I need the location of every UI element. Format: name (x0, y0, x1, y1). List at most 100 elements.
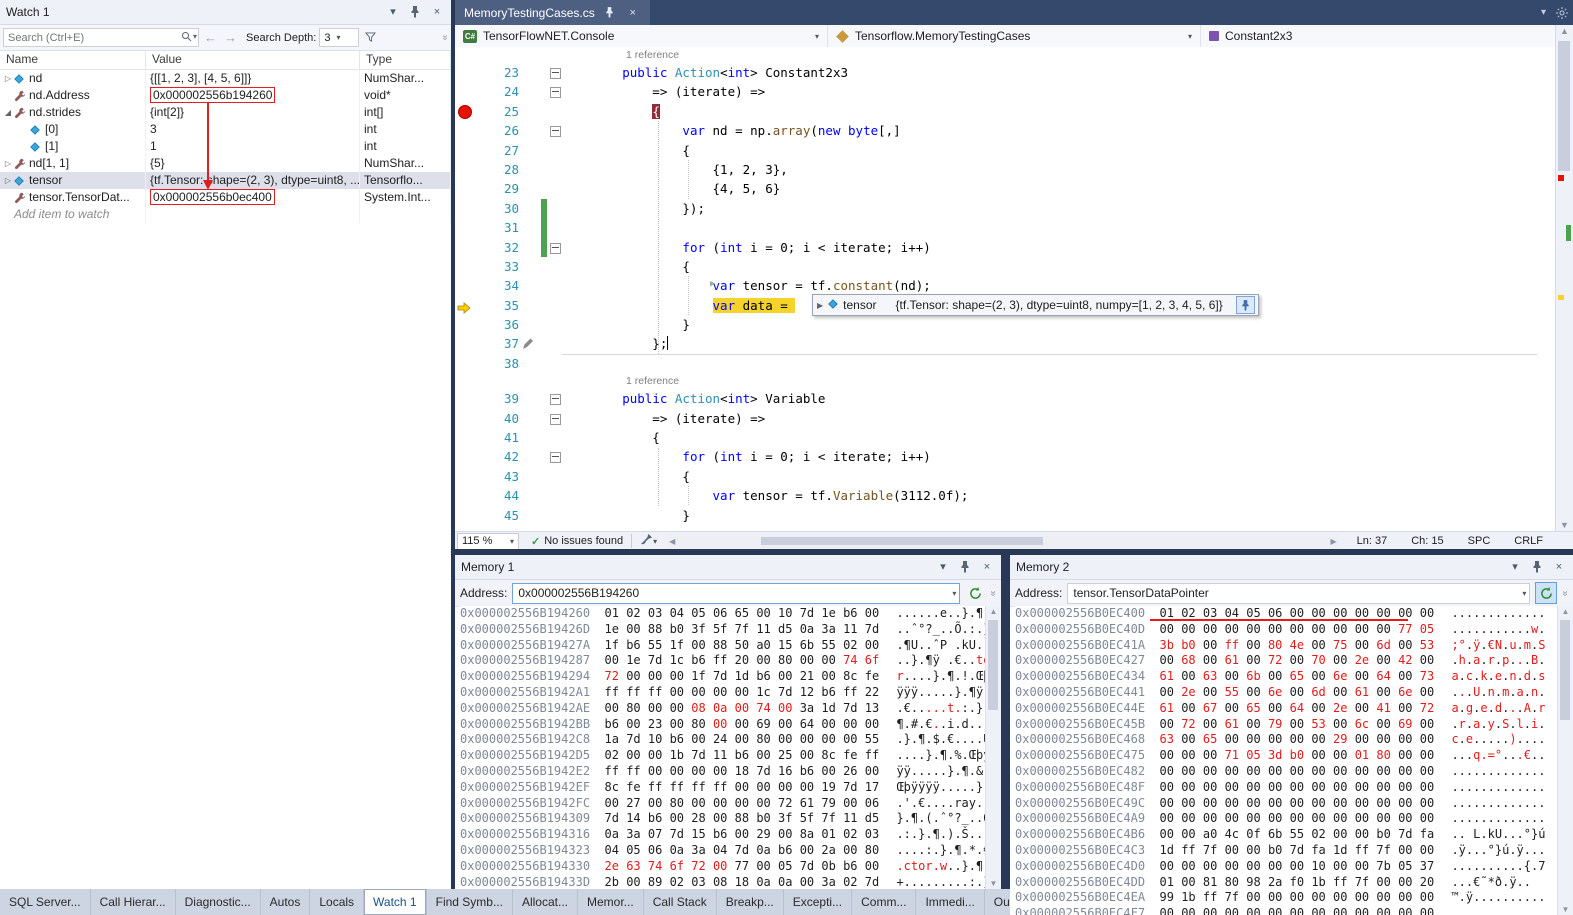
memory-row[interactable]: 0x000002556B194330 2e 63 74 6f 72 00 77 … (460, 859, 985, 875)
code-line[interactable]: 25 { (455, 102, 1556, 121)
codelens-references[interactable]: 1 reference (455, 373, 679, 389)
tool-tab-call-stack[interactable]: Call Stack (644, 889, 717, 915)
memory-row[interactable]: 0x000002556B0EC482 00 00 00 00 00 00 00 … (1015, 764, 1557, 780)
code-line[interactable]: 33 { (455, 257, 1556, 276)
tool-tab-diagnostic-[interactable]: Diagnostic... (176, 889, 261, 915)
memory-row[interactable]: 0x000002556B0EC475 00 00 00 71 05 3d b0 … (1015, 748, 1557, 764)
memory-row[interactable]: 0x000002556B1942FC 00 27 00 80 00 00 00 … (460, 796, 985, 812)
watch-titlebar[interactable]: Watch 1 ▾ × (0, 0, 451, 25)
code-line[interactable]: 37 }; (455, 334, 1556, 353)
gear-icon[interactable] (1551, 0, 1573, 25)
code-line[interactable]: 42 for (int i = 0; i < iterate; i++) (455, 447, 1556, 466)
expander-collapsed-icon[interactable]: ▶ (817, 301, 823, 310)
scrollbar-thumb[interactable] (761, 537, 1043, 545)
toolbar-overflow-icon[interactable]: » (1560, 590, 1571, 596)
memory-row[interactable]: 0x000002556B19433D 2b 00 89 02 03 08 18 … (460, 875, 985, 889)
memory-row[interactable]: 0x000002556B0EC4A9 00 00 00 00 00 00 00 … (1015, 811, 1557, 827)
window-position-icon[interactable]: ▾ (1507, 559, 1523, 575)
watch-row[interactable]: [0]3int (0, 121, 451, 138)
memory-row[interactable]: 0x000002556B1942A1 ff ff ff 00 00 00 00 … (460, 685, 985, 701)
memory-row[interactable]: 0x000002556B0EC4F7 00 00 00 00 00 00 00 … (1015, 906, 1557, 915)
tool-tab-excepti-[interactable]: Excepti... (784, 889, 852, 915)
type-dropdown[interactable]: Tensorflow.MemoryTestingCases ▾ (828, 25, 1201, 47)
code-line[interactable]: 27 { (455, 141, 1556, 160)
chevron-down-icon[interactable]: ▾ (952, 589, 956, 598)
memory-row[interactable]: 0x000002556B0EC45B 00 72 00 61 00 79 00 … (1015, 717, 1557, 733)
code-line[interactable]: 30 }); (455, 199, 1556, 218)
expander-collapsed-icon[interactable]: ▷ (2, 70, 14, 87)
watch-row[interactable]: ▷nd[1, 1]{5}NumShar... (0, 155, 451, 172)
watch-row[interactable]: ▷nd{[[1, 2, 3], [4, 5, 6]]}NumShar... (0, 70, 451, 87)
memory-row[interactable]: 0x000002556B0EC4EA 99 1b ff 7f 00 00 00 … (1015, 890, 1557, 906)
memory1-scrollbar[interactable]: ▲ ▼ (985, 606, 1001, 889)
pin-icon[interactable] (407, 4, 423, 20)
close-icon[interactable]: × (429, 4, 445, 20)
search-depth-select[interactable]: 3▾ (319, 28, 359, 47)
memory-row[interactable]: 0x000002556B0EC4B6 00 00 a0 4c 0f 6b 55 … (1015, 827, 1557, 843)
zoom-select[interactable]: 115 %▾ (457, 533, 519, 550)
code-line[interactable]: 24 => (iterate) => (455, 82, 1556, 101)
search-forward-icon[interactable]: → (222, 30, 239, 45)
memory2-titlebar[interactable]: Memory 2 ▾ × (1010, 555, 1573, 580)
scroll-right-icon[interactable]: ▶ (1330, 534, 1336, 548)
collapse-region-icon[interactable] (550, 414, 561, 425)
code-line[interactable]: 36 } (455, 315, 1556, 334)
issues-status[interactable]: No issues found (544, 535, 623, 547)
memory-row[interactable]: 0x000002556B194316 0a 3a 07 7d 15 b6 00 … (460, 827, 985, 843)
code-cleanup-icon[interactable] (640, 533, 653, 549)
tool-tab-locals[interactable]: Locals (310, 889, 364, 915)
memory-row[interactable]: 0x000002556B0EC40D 00 00 00 00 00 00 00 … (1015, 622, 1557, 638)
code-line[interactable]: 31 (455, 218, 1556, 237)
document-list-icon[interactable]: ▾ (1536, 0, 1551, 25)
editor-vertical-scrollbar[interactable]: ▲ ▼ (1555, 25, 1573, 531)
document-tab[interactable]: MemoryTestingCases.cs × (455, 0, 650, 25)
watch-row[interactable]: Add item to watch (0, 206, 451, 223)
watch-row[interactable]: ▷tensor{tf.Tensor: shape=(2, 3), dtype=u… (0, 172, 451, 189)
memory-row[interactable]: 0x000002556B194323 04 05 06 0a 3a 04 7d … (460, 843, 985, 859)
close-icon[interactable]: × (1551, 559, 1567, 575)
collapse-region-icon[interactable] (550, 68, 561, 79)
memory-row[interactable]: 0x000002556B0EC4D0 00 00 00 00 00 00 00 … (1015, 859, 1557, 875)
code-line[interactable]: 38 (455, 354, 1556, 373)
memory1-titlebar[interactable]: Memory 1 ▾ × (455, 555, 1001, 580)
tool-tab-sql-server-[interactable]: SQL Server... (0, 889, 91, 915)
expander-collapsed-icon[interactable]: ▷ (2, 155, 14, 172)
memory-row[interactable]: 0x000002556B194260 01 02 03 04 05 06 65 … (460, 606, 985, 622)
memory-row[interactable]: 0x000002556B0EC4C3 1d ff 7f 00 00 b0 7d … (1015, 843, 1557, 859)
memory-row[interactable]: 0x000002556B1942E2 ff ff 00 00 00 00 18 … (460, 764, 985, 780)
column-header-name[interactable]: Name (0, 51, 146, 69)
memory-row[interactable]: 0x000002556B0EC48F 00 00 00 00 00 00 00 … (1015, 780, 1557, 796)
search-input[interactable] (3, 28, 199, 47)
scrollbar-thumb[interactable] (1558, 41, 1570, 171)
collapse-region-icon[interactable] (550, 126, 561, 137)
code-line[interactable]: 26 var nd = np.array(new byte[,] (455, 121, 1556, 140)
collapse-region-icon[interactable] (550, 87, 561, 98)
tool-tab-allocat-[interactable]: Allocat... (513, 889, 578, 915)
tool-tab-autos[interactable]: Autos (261, 889, 311, 915)
column-indicator[interactable]: Ch: 15 (1411, 535, 1443, 547)
pin-icon[interactable] (1529, 559, 1545, 575)
code-line[interactable]: 34 var tensor = tf.constant(nd); (455, 276, 1556, 295)
codelens-references[interactable]: 1 reference (455, 47, 679, 63)
memory-row[interactable]: 0x000002556B1942BB b6 00 23 00 80 00 00 … (460, 717, 985, 733)
memory-row[interactable]: 0x000002556B194287 00 1e 7d 1c b6 ff 20 … (460, 653, 985, 669)
column-header-type[interactable]: Type (360, 51, 451, 69)
memory-row[interactable]: 0x000002556B194309 7d 14 b6 00 28 00 88 … (460, 811, 985, 827)
scroll-up-icon[interactable]: ▲ (1556, 26, 1573, 36)
toolbar-overflow-icon[interactable]: » (988, 590, 999, 596)
memory-row[interactable]: 0x000002556B1942D5 02 00 00 1b 7d 11 b6 … (460, 748, 985, 764)
column-header-value[interactable]: Value (146, 51, 360, 69)
memory-row[interactable]: 0x000002556B0EC44E 61 00 67 00 65 00 64 … (1015, 701, 1557, 717)
code-line[interactable]: 39 public Action<int> Variable (455, 389, 1556, 408)
tool-tab-call-hierar-[interactable]: Call Hierar... (91, 889, 176, 915)
memory-row[interactable]: 0x000002556B0EC4DD 01 00 81 80 98 2a f0 … (1015, 875, 1557, 891)
memory-row[interactable]: 0x000002556B0EC468 63 00 65 00 00 00 00 … (1015, 732, 1557, 748)
address-input[interactable] (516, 585, 952, 601)
watch-row[interactable]: tensor.TensorDat...0x000002556b0ec400Sys… (0, 189, 451, 206)
memory-row[interactable]: 0x000002556B0EC434 61 00 63 00 6b 00 65 … (1015, 669, 1557, 685)
run-to-click-icon[interactable]: ▶ (710, 279, 715, 289)
tool-tab-find-symb-[interactable]: Find Symb... (427, 889, 513, 915)
close-icon[interactable]: × (979, 559, 995, 575)
scrollbar-thumb[interactable] (1560, 620, 1570, 720)
memory-row[interactable]: 0x000002556B0EC41A 3b b0 00 ff 00 80 4e … (1015, 638, 1557, 654)
